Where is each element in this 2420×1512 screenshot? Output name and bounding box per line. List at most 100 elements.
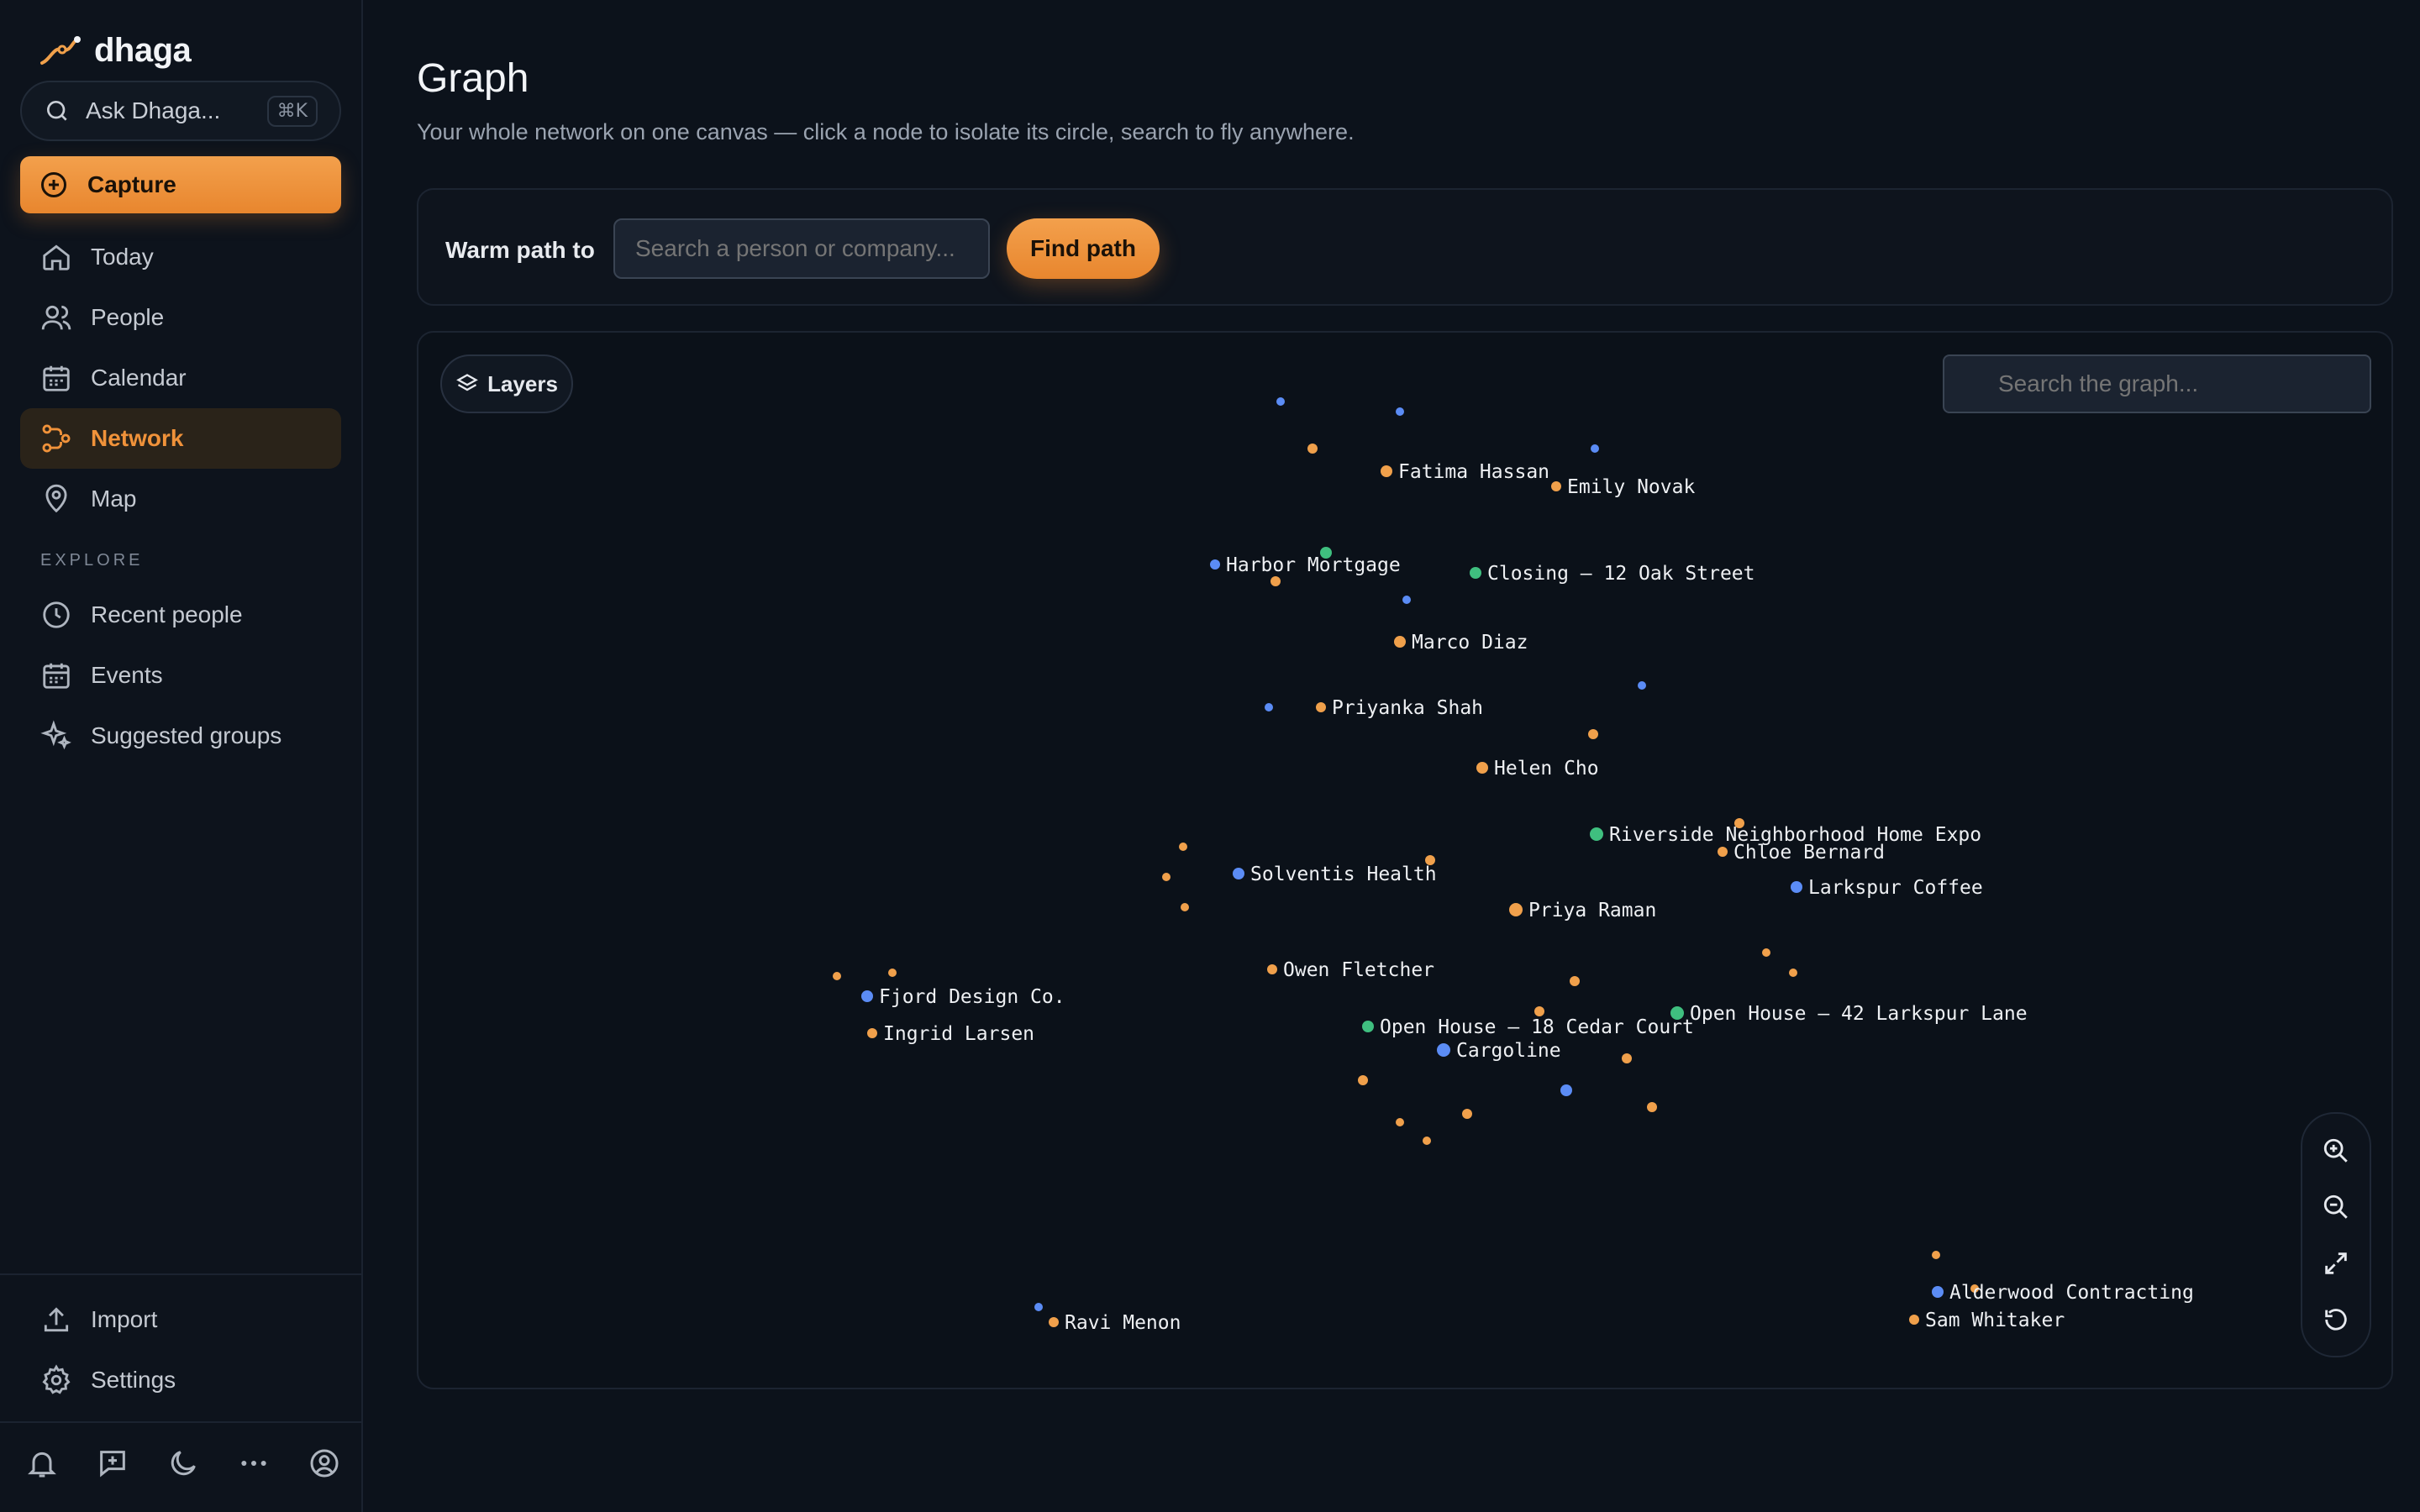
graph-node-unlabeled[interactable] (1358, 1075, 1368, 1085)
graph-node-unlabeled[interactable] (1789, 969, 1797, 977)
app-logo[interactable]: dhaga (39, 32, 192, 70)
nav-item-settings[interactable]: Settings (20, 1350, 341, 1410)
bell-icon[interactable] (25, 1446, 59, 1480)
graph-node-dot[interactable] (1316, 702, 1326, 712)
graph-node-unlabeled[interactable] (1622, 1053, 1632, 1063)
graph-node-dot[interactable] (1049, 1317, 1059, 1327)
layers-button[interactable]: Layers (440, 354, 573, 413)
graph-node-unlabeled[interactable] (1034, 1303, 1043, 1311)
warm-path-panel: Warm path to Find path (417, 188, 2393, 306)
graph-node-unlabeled[interactable] (1181, 903, 1189, 911)
graph-node-dot[interactable] (1210, 559, 1220, 570)
plus-circle-icon (41, 172, 66, 197)
graph-node-unlabeled[interactable] (888, 969, 897, 977)
nav-item-map[interactable]: Map (20, 469, 341, 529)
graph-node-unlabeled[interactable] (1591, 444, 1599, 453)
graph-node-unlabeled[interactable] (1307, 444, 1318, 454)
warm-path-search-input[interactable] (613, 218, 990, 279)
graph-node[interactable]: Sam Whitaker (1909, 1310, 2065, 1331)
nav-item-suggested-groups[interactable]: Suggested groups (20, 706, 341, 766)
nav-item-events[interactable]: Events (20, 645, 341, 706)
graph-node[interactable]: Ingrid Larsen (867, 1023, 1034, 1045)
graph-node[interactable]: Harbor Mortgage (1210, 554, 1401, 576)
moon-icon[interactable] (166, 1446, 200, 1480)
graph-node-dot[interactable] (1718, 847, 1728, 857)
graph-node-dot[interactable] (861, 990, 873, 1002)
graph-node-unlabeled[interactable] (1396, 407, 1404, 416)
graph-node-unlabeled[interactable] (1276, 397, 1285, 406)
more-icon[interactable] (237, 1446, 271, 1480)
zoom-in-icon[interactable] (2319, 1134, 2353, 1168)
graph-node-unlabeled[interactable] (1270, 576, 1281, 586)
graph-node-dot[interactable] (1551, 481, 1561, 491)
graph-node[interactable]: Priyanka Shah (1316, 697, 1483, 719)
graph-node-dot[interactable] (1362, 1021, 1374, 1032)
graph-node-unlabeled[interactable] (1179, 843, 1187, 851)
graph-node[interactable]: Ravi Menon (1049, 1312, 1181, 1334)
graph-node[interactable]: Cargoline (1437, 1040, 1561, 1062)
nav-item-people[interactable]: People (20, 287, 341, 348)
message-plus-icon[interactable] (96, 1446, 129, 1480)
graph-node[interactable]: Alderwood Contracting (1932, 1282, 2194, 1304)
graph-node[interactable]: Emily Novak (1551, 476, 1695, 498)
graph-node[interactable]: Open House — 42 Larkspur Lane (1670, 1003, 2028, 1025)
graph-node[interactable]: Priya Raman (1509, 900, 1656, 921)
graph-node[interactable]: Fjord Design Co. (861, 986, 1065, 1008)
calendar-icon (43, 663, 70, 689)
graph-node-dot[interactable] (1233, 868, 1244, 879)
graph-node-unlabeled[interactable] (1588, 729, 1598, 739)
graph-node-unlabeled[interactable] (1560, 1084, 1572, 1096)
graph-node-dot[interactable] (1470, 567, 1481, 579)
nav-item-recent-people[interactable]: Recent people (20, 585, 341, 645)
graph-node-dot[interactable] (1476, 762, 1488, 774)
nav-item-network[interactable]: Network (20, 408, 341, 469)
graph-node-unlabeled[interactable] (1762, 948, 1770, 957)
graph-node[interactable]: Marco Diaz (1394, 632, 1528, 654)
graph-node-unlabeled[interactable] (1423, 1137, 1431, 1145)
network-graph[interactable]: Fatima Hassan Emily Novak Harbor Mortgage C… (418, 333, 2393, 1389)
graph-node-unlabeled[interactable] (833, 972, 841, 980)
graph-node-label: Cargoline (1456, 1040, 1561, 1062)
ask-dhaga-search[interactable]: Ask Dhaga... ⌘K (20, 81, 341, 141)
graph-node-dot[interactable] (1394, 636, 1406, 648)
nav-label: Recent people (91, 601, 243, 627)
graph-node[interactable]: Closing — 12 Oak Street (1470, 563, 1755, 585)
graph-node-unlabeled[interactable] (1162, 873, 1171, 881)
zoom-out-icon[interactable] (2319, 1190, 2353, 1224)
graph-node-dot[interactable] (1791, 881, 1802, 893)
graph-node-dot[interactable] (867, 1028, 877, 1038)
graph-node-unlabeled[interactable] (1396, 1118, 1404, 1126)
nav-item-today[interactable]: Today (20, 227, 341, 287)
graph-node[interactable]: Larkspur Coffee (1791, 877, 1983, 899)
graph-node[interactable]: Helen Cho (1476, 758, 1599, 780)
fit-to-screen-icon[interactable] (2319, 1247, 2353, 1280)
graph-node-dot[interactable] (1509, 903, 1523, 916)
capture-button[interactable]: Capture (20, 156, 341, 213)
account-icon[interactable] (308, 1446, 341, 1480)
graph-node-dot[interactable] (1909, 1315, 1919, 1325)
graph-node-unlabeled[interactable] (1638, 681, 1646, 690)
reset-view-icon[interactable] (2319, 1303, 2353, 1336)
graph-search-input[interactable] (1943, 354, 2371, 413)
nav-item-import[interactable]: Import (20, 1289, 341, 1350)
graph-node[interactable]: Open House — 18 Cedar Court (1362, 1016, 1694, 1038)
graph-canvas[interactable]: Fatima Hassan Emily Novak Harbor Mortgage C… (417, 331, 2393, 1389)
graph-node-dot[interactable] (1932, 1286, 1944, 1298)
graph-node[interactable]: Solventis Health (1233, 864, 1437, 885)
graph-node-unlabeled[interactable] (1462, 1109, 1472, 1119)
graph-node-unlabeled[interactable] (1570, 976, 1580, 986)
graph-node[interactable]: Owen Fletcher (1267, 959, 1434, 981)
graph-node-unlabeled[interactable] (1534, 1006, 1544, 1016)
graph-node[interactable]: Chloe Bernard (1718, 842, 1885, 864)
graph-node[interactable]: Fatima Hassan (1381, 461, 1549, 483)
graph-node-dot[interactable] (1267, 964, 1277, 974)
graph-node-dot[interactable] (1381, 465, 1392, 477)
find-path-button[interactable]: Find path (1007, 218, 1160, 279)
nav-item-calendar[interactable]: Calendar (20, 348, 341, 408)
graph-node-dot[interactable] (1437, 1043, 1450, 1057)
graph-node-unlabeled[interactable] (1647, 1102, 1657, 1112)
graph-node-unlabeled[interactable] (1402, 596, 1411, 604)
graph-node-dot[interactable] (1590, 827, 1603, 841)
graph-node-unlabeled[interactable] (1265, 703, 1273, 711)
graph-node-unlabeled[interactable] (1932, 1251, 1940, 1259)
